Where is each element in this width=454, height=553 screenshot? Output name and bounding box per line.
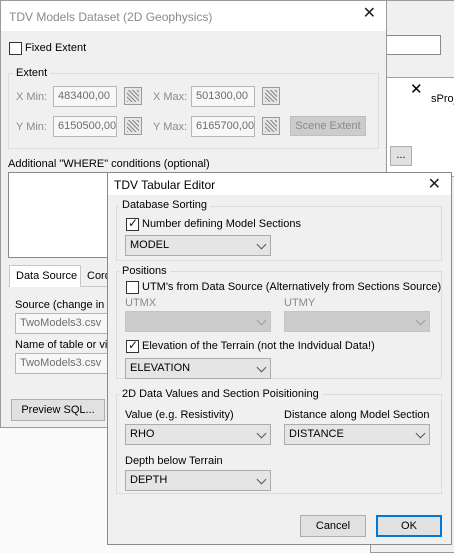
model-select-value: MODEL: [130, 239, 170, 251]
depth-select[interactable]: DEPTH: [125, 470, 271, 491]
utmx-label: UTMX: [125, 297, 157, 309]
value-label: Value (e.g. Resistivity): [125, 409, 234, 421]
chevron-down-icon: [256, 428, 267, 439]
number-sections-checkbox[interactable]: [126, 216, 139, 231]
chevron-down-icon: [415, 315, 426, 326]
y-max-label: Y Max:: [153, 121, 188, 133]
distance-label: Distance along Model Section: [284, 409, 430, 421]
fixed-extent-checkbox[interactable]: [9, 42, 22, 55]
elevation-checkbox[interactable]: [126, 338, 139, 353]
depth-select-value: DEPTH: [130, 474, 168, 486]
models-dialog-titlebar: TDV Models Dataset (2D Geophysics) ✕: [1, 1, 386, 31]
x-max-field[interactable]: 501300,00: [191, 86, 255, 107]
models-dialog-title: TDV Models Dataset (2D Geophysics): [9, 10, 213, 24]
source-field[interactable]: TwoModels3.csv: [15, 313, 111, 334]
distance-select[interactable]: DISTANCE: [284, 424, 430, 445]
database-sorting-label: Database Sorting: [119, 199, 210, 211]
model-select[interactable]: MODEL: [125, 235, 271, 256]
value-select-value: RHO: [130, 428, 155, 440]
x-min-label: X Min:: [16, 91, 48, 103]
preview-sql-button[interactable]: Preview SQL...: [11, 399, 105, 421]
cancel-button[interactable]: Cancel: [300, 515, 366, 537]
y-min-field[interactable]: 6150500,00: [53, 116, 117, 137]
x-min-calculator-icon[interactable]: [124, 87, 142, 105]
elevation-select[interactable]: ELEVATION: [125, 358, 271, 379]
tabular-editor-dialog: TDV Tabular Editor ✕ Database Sorting Nu…: [107, 172, 452, 545]
y-min-label: Y Min:: [16, 121, 47, 133]
distance-select-value: DISTANCE: [289, 428, 344, 440]
utmy-select[interactable]: [284, 311, 430, 332]
utmx-select[interactable]: [125, 311, 271, 332]
chevron-down-icon: [256, 239, 267, 250]
y-min-calculator-icon[interactable]: [124, 117, 142, 135]
x-max-calculator-icon[interactable]: [262, 87, 280, 105]
where-conditions-textarea[interactable]: [8, 172, 111, 258]
tabular-editor-title: TDV Tabular Editor: [114, 178, 216, 192]
utm-label: UTM's from Data Source (Alternatively fr…: [142, 281, 442, 293]
x-max-label: X Max:: [153, 91, 188, 103]
elevation-select-value: ELEVATION: [130, 362, 191, 374]
positions-label: Positions: [119, 265, 170, 277]
scene-extent-button[interactable]: Scene Extent: [290, 116, 366, 136]
background-browse-button[interactable]: ...: [390, 146, 412, 166]
chevron-down-icon: [256, 362, 267, 373]
extent-group: [8, 73, 379, 149]
value-select[interactable]: RHO: [125, 424, 271, 445]
y-max-field[interactable]: 6165700,00: [191, 116, 255, 137]
chevron-down-icon: [415, 428, 426, 439]
where-conditions-label: Additional "WHERE" conditions (optional): [8, 158, 210, 170]
ok-button[interactable]: OK: [376, 515, 442, 537]
x-min-field[interactable]: 483400,00: [53, 86, 117, 107]
table-name-label: Name of table or vie: [15, 339, 114, 351]
background-fragment-label: sProj: [431, 93, 454, 105]
utm-checkbox[interactable]: [126, 281, 139, 294]
data-values-label: 2D Data Values and Section Poisitioning: [119, 388, 322, 400]
tab-data-source[interactable]: Data Source: [9, 265, 81, 287]
number-sections-label: Number defining Model Sections: [142, 218, 301, 230]
utmy-label: UTMY: [284, 297, 316, 309]
tabular-editor-titlebar: TDV Tabular Editor ✕: [108, 173, 451, 195]
models-dialog-close-icon[interactable]: ✕: [363, 6, 376, 22]
chevron-down-icon: [256, 474, 267, 485]
y-max-calculator-icon[interactable]: [262, 117, 280, 135]
table-name-field[interactable]: TwoModels3.csv: [15, 353, 111, 374]
depth-label: Depth below Terrain: [125, 455, 223, 467]
background-close-icon[interactable]: ✕: [410, 80, 423, 98]
elevation-check-label: Elevation of the Terrain (not the Indvid…: [142, 340, 375, 352]
source-label: Source (change in D: [15, 299, 116, 311]
fixed-extent-label: Fixed Extent: [25, 42, 87, 54]
chevron-down-icon: [256, 315, 267, 326]
tabular-editor-close-icon[interactable]: ✕: [428, 177, 441, 193]
extent-group-label: Extent: [13, 67, 51, 79]
